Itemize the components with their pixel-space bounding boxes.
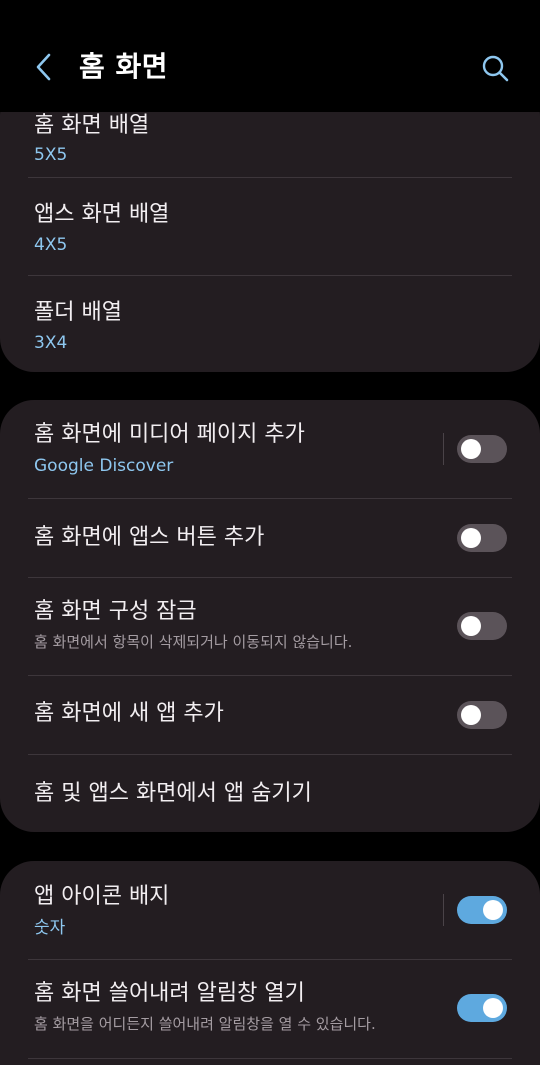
app-icon-badges-title: 앱 아이콘 배지: [34, 884, 170, 909]
notifications-card: 앱 아이콘 배지 숫자 홈 화면 쓸어내려 알림창 열기 홈 화면을 어디든지 …: [0, 861, 540, 1065]
add-new-apps-title: 홈 화면에 새 앱 추가: [34, 701, 224, 726]
divider: [28, 1058, 512, 1059]
folder-grid-title: 폴더 배열: [34, 300, 122, 325]
media-page-value: Google Discover: [34, 456, 174, 476]
apps-button-toggle[interactable]: [457, 524, 507, 552]
lock-layout-title: 홈 화면 구성 잠금: [34, 599, 197, 624]
toggle-knob: [483, 998, 503, 1018]
chevron-left-icon: [36, 53, 51, 81]
lock-layout-toggle[interactable]: [457, 612, 507, 640]
search-icon: [482, 55, 509, 82]
home-options-card: 홈 화면에 미디어 페이지 추가 Google Discover 홈 화면에 앱…: [0, 400, 540, 832]
home-screen-grid-item[interactable]: 홈 화면 배열 5X5: [0, 112, 540, 177]
toggle-knob: [483, 900, 503, 920]
add-new-apps-item[interactable]: 홈 화면에 새 앱 추가: [0, 676, 540, 754]
add-new-apps-toggle[interactable]: [457, 701, 507, 729]
toggle-knob: [461, 616, 481, 636]
swipe-down-notification-toggle[interactable]: [457, 994, 507, 1022]
search-button[interactable]: [472, 45, 518, 91]
apps-screen-grid-title: 앱스 화면 배열: [34, 202, 170, 227]
media-page-title: 홈 화면에 미디어 페이지 추가: [34, 422, 305, 447]
toggle-knob: [461, 528, 481, 548]
home-screen-grid-title: 홈 화면 배열: [34, 113, 150, 138]
apps-button-item[interactable]: 홈 화면에 앱스 버튼 추가: [0, 499, 540, 577]
apps-screen-grid-value: 4X5: [34, 235, 68, 255]
toggle-knob: [461, 439, 481, 459]
swipe-down-notification-item[interactable]: 홈 화면 쓸어내려 알림창 열기 홈 화면을 어디든지 쓸어내려 알림창을 열 …: [0, 960, 540, 1058]
media-page-item[interactable]: 홈 화면에 미디어 페이지 추가 Google Discover: [0, 400, 540, 498]
swipe-down-notification-title: 홈 화면 쓸어내려 알림창 열기: [34, 981, 305, 1006]
media-page-toggle[interactable]: [457, 435, 507, 463]
back-button[interactable]: [22, 44, 66, 90]
folder-grid-item[interactable]: 폴더 배열 3X4: [0, 276, 540, 372]
toggle-knob: [461, 705, 481, 725]
vertical-separator: [443, 433, 444, 465]
app-bar: 홈 화면: [0, 0, 540, 112]
folder-grid-value: 3X4: [34, 333, 68, 353]
app-icon-badges-item[interactable]: 앱 아이콘 배지 숫자: [0, 861, 540, 959]
lock-layout-description: 홈 화면에서 항목이 삭제되거나 이동되지 않습니다.: [34, 633, 353, 651]
apps-button-title: 홈 화면에 앱스 버튼 추가: [34, 525, 265, 550]
app-icon-badges-value: 숫자: [34, 918, 66, 938]
vertical-separator: [443, 894, 444, 926]
apps-screen-grid-item[interactable]: 앱스 화면 배열 4X5: [0, 178, 540, 275]
lock-layout-item[interactable]: 홈 화면 구성 잠금 홈 화면에서 항목이 삭제되거나 이동되지 않습니다.: [0, 578, 540, 675]
hide-apps-item[interactable]: 홈 및 앱스 화면에서 앱 숨기기: [0, 755, 540, 832]
settings-list[interactable]: 홈 화면 배열 5X5 앱스 화면 배열 4X5 폴더 배열 3X4 홈 화면에…: [0, 112, 540, 1065]
app-icon-badges-toggle[interactable]: [457, 896, 507, 924]
swipe-down-notification-description: 홈 화면을 어디든지 쓸어내려 알림창을 열 수 있습니다.: [34, 1015, 376, 1033]
page-title: 홈 화면: [79, 50, 169, 83]
hide-apps-title: 홈 및 앱스 화면에서 앱 숨기기: [34, 781, 312, 806]
home-screen-grid-value: 5X5: [34, 145, 68, 165]
layout-settings-card: 홈 화면 배열 5X5 앱스 화면 배열 4X5 폴더 배열 3X4: [0, 112, 540, 372]
